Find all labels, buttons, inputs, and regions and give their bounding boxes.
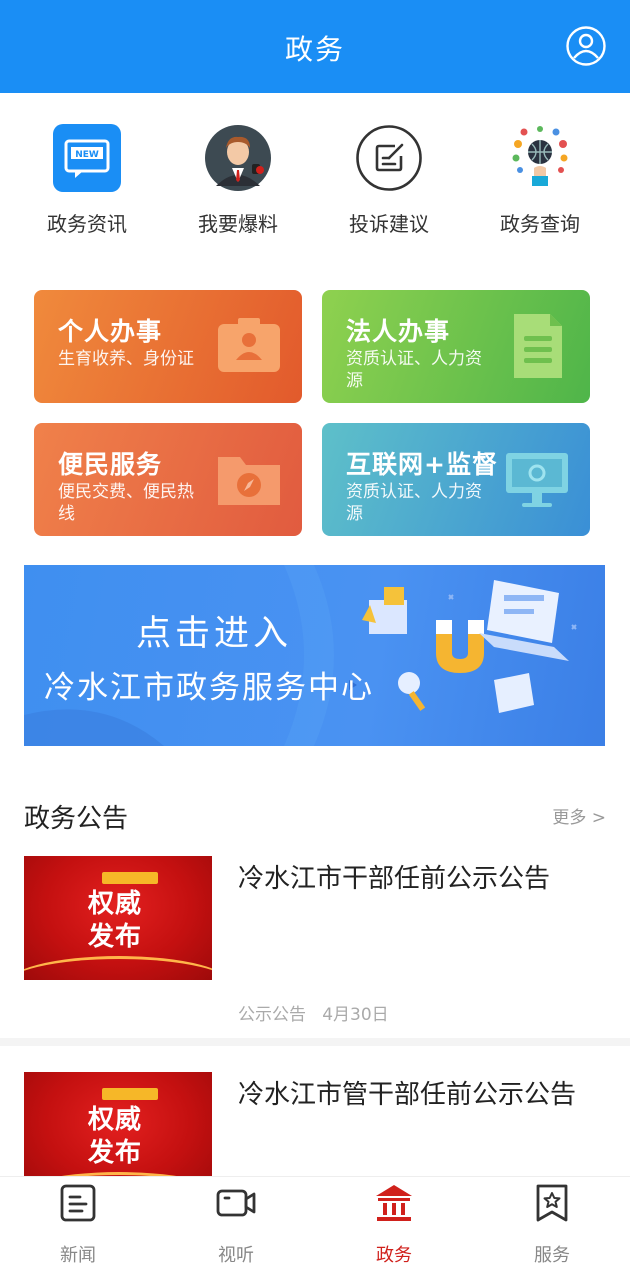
- service-center-banner[interactable]: 点击进入 冷水江市政务服务中心: [24, 565, 605, 746]
- quick-item-query[interactable]: 政务查询: [465, 124, 615, 237]
- news-item[interactable]: 权威 发布 冷水江市干部任前公示公告 公示公告 4月30日: [0, 856, 630, 1026]
- thumb-logo: [102, 872, 158, 884]
- quick-label: 我要爆料: [198, 212, 278, 236]
- monitor-icon: [504, 447, 570, 511]
- thumb-caption: 权威 发布: [88, 889, 143, 952]
- quick-label: 投诉建议: [349, 212, 429, 236]
- news-icon: NEW: [53, 124, 121, 192]
- globe-network-icon: [506, 124, 574, 192]
- video-camera-icon: [216, 1183, 256, 1223]
- news-category: 公示公告: [238, 1005, 306, 1025]
- quick-item-complaint[interactable]: 投诉建议: [314, 124, 464, 237]
- news-title[interactable]: 冷水江市管干部任前公示公告: [238, 1074, 594, 1116]
- reporter-avatar-icon: [204, 124, 272, 192]
- card-title: 法人办事: [346, 317, 451, 346]
- bottom-tab-bar: 新闻 视听 政务 服务: [0, 1176, 630, 1280]
- news-item[interactable]: 权威 发布 冷水江市管干部任前公示公告: [0, 1072, 630, 1196]
- news-title[interactable]: 冷水江市干部任前公示公告: [238, 858, 594, 900]
- page-title: 政务: [284, 33, 345, 66]
- card-subtitle: 生育收养、身份证: [58, 349, 194, 369]
- news-meta: 公示公告 4月30日: [238, 1000, 389, 1025]
- quick-item-news[interactable]: NEW 政务资讯: [12, 124, 162, 237]
- card-subtitle: 资质认证、人力资源: [346, 482, 482, 524]
- star-bookmark-icon: [532, 1183, 572, 1223]
- news-date: 4月30日: [322, 1005, 389, 1025]
- government-building-icon: [374, 1183, 414, 1223]
- banner-headline: 点击进入: [136, 614, 293, 654]
- tab-news[interactable]: 新闻: [18, 1183, 138, 1267]
- tab-government[interactable]: 政务: [334, 1183, 454, 1267]
- card-subtitle: 资质认证、人力资源: [346, 349, 482, 391]
- thumb-logo: [102, 1088, 158, 1100]
- news-tab-icon: [58, 1183, 98, 1223]
- edit-note-icon: [355, 124, 423, 192]
- tab-label: 服务: [534, 1245, 570, 1266]
- card-title: 个人办事: [58, 317, 163, 346]
- thumb-arc: [24, 956, 212, 980]
- app-header: 政务: [0, 0, 630, 93]
- banner-subheadline: 冷水江市政务服务中心: [44, 670, 374, 706]
- card-internet-supervision[interactable]: 互联网+监督 资质认证、人力资源: [322, 423, 590, 536]
- tab-label: 政务: [376, 1245, 412, 1266]
- notices-section-title: 政务公告: [24, 804, 129, 834]
- user-profile-button[interactable]: [566, 26, 606, 66]
- user-icon: [566, 26, 606, 66]
- svg-text:NEW: NEW: [75, 150, 99, 160]
- card-subtitle: 便民交费、便民热线: [58, 482, 194, 524]
- folder-compass-icon: [216, 447, 282, 511]
- quick-label: 政务资讯: [47, 212, 127, 236]
- divider: [0, 1038, 630, 1046]
- quick-item-report[interactable]: 我要爆料: [163, 124, 313, 237]
- card-personal-affairs[interactable]: 个人办事 生育收养、身份证: [34, 290, 302, 403]
- thumb-caption: 权威 发布: [88, 1105, 143, 1168]
- id-card-icon: [216, 314, 282, 378]
- more-link[interactable]: 更多 >: [552, 803, 606, 828]
- card-title: 便民服务: [58, 450, 163, 479]
- tab-label: 新闻: [60, 1245, 96, 1266]
- tab-services[interactable]: 服务: [492, 1183, 612, 1267]
- quick-label: 政务查询: [500, 212, 580, 236]
- card-convenience-services[interactable]: 便民服务 便民交费、便民热线: [34, 423, 302, 536]
- banner-illustration: [24, 565, 577, 746]
- news-thumbnail: 权威 发布: [24, 856, 212, 980]
- tab-label: 视听: [218, 1245, 254, 1266]
- quick-entry-row: NEW 政务资讯 我要爆料 投诉建议 政务查询: [0, 124, 630, 244]
- card-legal-affairs[interactable]: 法人办事 资质认证、人力资源: [322, 290, 590, 403]
- card-title: 互联网+监督: [346, 450, 498, 479]
- tab-video[interactable]: 视听: [176, 1183, 296, 1267]
- document-icon: [504, 314, 570, 378]
